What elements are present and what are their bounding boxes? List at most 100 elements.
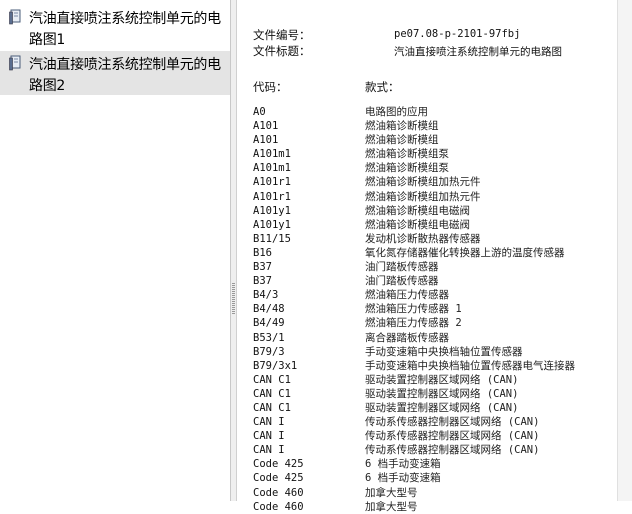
tree-item-label: 汽油直接喷注系统控制单元的电路图1 xyxy=(29,11,221,48)
row-code: CAN C1 xyxy=(253,373,291,386)
row-description: 油门踏板传感器 xyxy=(365,275,439,288)
table-row: CAN I 传动系传感器控制器区域网络 (CAN) xyxy=(253,415,615,429)
row-code: Code 425 xyxy=(253,458,304,471)
row-description: 燃油箱压力传感器 2 xyxy=(365,317,462,330)
row-description: 驱动装置控制器区域网络 (CAN) xyxy=(365,373,519,386)
row-description: 传动系传感器控制器区域网络 (CAN) xyxy=(365,430,540,443)
table-row: A101m1 燃油箱诊断模组泵 xyxy=(253,161,615,175)
row-code: A101r1 xyxy=(253,190,291,203)
code-table: A0 电路图的应用 A101 燃油箱诊断模组 A101 燃油箱诊断模组 A101m1 燃油箱诊… xyxy=(253,105,615,514)
row-code: B37 xyxy=(253,275,272,288)
row-description: 发动机诊断散热器传感器 xyxy=(365,232,481,245)
row-description: 燃油箱诊断模组 xyxy=(365,134,439,147)
file-number-label: 文件编号： xyxy=(253,28,311,42)
row-description: 6 档手动变速箱 xyxy=(365,472,441,485)
row-description: 传动系传感器控制器区域网络 (CAN) xyxy=(365,444,540,457)
row-code: A101y1 xyxy=(253,218,291,231)
table-row: B4/3 燃油箱压力传感器 xyxy=(253,288,615,302)
row-code: B16 xyxy=(253,246,272,259)
table-row: A101m1 燃油箱诊断模组泵 xyxy=(253,147,615,161)
row-description: 燃油箱诊断模组加热元件 xyxy=(365,190,481,203)
table-row: B37 油门踏板传感器 xyxy=(253,260,615,274)
table-row: B11/15 发动机诊断散热器传感器 xyxy=(253,232,615,246)
row-description: 传动系传感器控制器区域网络 (CAN) xyxy=(365,416,540,429)
row-code: B4/3 xyxy=(253,289,279,302)
row-description: 燃油箱诊断模组电磁阀 xyxy=(365,218,470,231)
table-row: CAN C1 驱动装置控制器区域网络 (CAN) xyxy=(253,387,615,401)
row-code: Code 425 xyxy=(253,472,304,485)
table-row: B16 氧化氮存储器催化转换器上游的温度传感器 xyxy=(253,246,615,260)
file-title-value: 汽油直接喷注系统控制单元的电路图 xyxy=(394,46,562,58)
row-code: B4/48 xyxy=(253,303,285,316)
row-description: 手动变速箱中央换档轴位置传感器 xyxy=(365,345,523,358)
row-code: CAN I xyxy=(253,430,285,443)
table-row: A101 燃油箱诊断模组 xyxy=(253,119,615,133)
row-description: 手动变速箱中央换档轴位置传感器电气连接器 xyxy=(365,359,575,372)
row-code: A101y1 xyxy=(253,204,291,217)
table-row: B4/49 燃油箱压力传感器 2 xyxy=(253,316,615,330)
vertical-scrollbar[interactable] xyxy=(617,0,632,501)
document-content: 文件编号： pe07.08-p-2101-97fbj 文件标题： 汽油直接喷注系… xyxy=(237,0,617,513)
row-code: B11/15 xyxy=(253,232,291,245)
code-column-header: 代码： xyxy=(253,80,288,94)
table-row: CAN C1 驱动装置控制器区域网络 (CAN) xyxy=(253,373,615,387)
table-row: B79/3 手动变速箱中央换档轴位置传感器 xyxy=(253,345,615,359)
row-description: 燃油箱诊断模组加热元件 xyxy=(365,176,481,189)
file-title-label: 文件标题： xyxy=(253,44,311,58)
row-code: A0 xyxy=(253,106,266,118)
row-description: 离合器踏板传感器 xyxy=(365,331,449,344)
row-description: 燃油箱压力传感器 1 xyxy=(365,303,462,316)
table-row: Code 425 6 档手动变速箱 xyxy=(253,457,615,471)
document-tree-sidebar: 汽油直接喷注系统控制单元的电路图1 汽油直接喷注系统控制单元的电路图2 xyxy=(0,0,231,501)
row-description: 燃油箱诊断模组泵 xyxy=(365,162,449,175)
table-row: A0 电路图的应用 xyxy=(253,105,615,119)
row-code: Code 460 xyxy=(253,486,304,499)
tree-item-circuit-diagram-1[interactable]: 汽油直接喷注系统控制单元的电路图1 xyxy=(0,5,230,49)
row-code: CAN C1 xyxy=(253,401,291,414)
row-description: 燃油箱诊断模组泵 xyxy=(365,148,449,161)
table-row: A101y1 燃油箱诊断模组电磁阀 xyxy=(253,218,615,232)
row-description: 电路图的应用 xyxy=(365,106,428,118)
row-code: CAN C1 xyxy=(253,387,291,400)
row-code: A101m1 xyxy=(253,148,291,161)
row-code: A101r1 xyxy=(253,176,291,189)
tree-item-label: 汽油直接喷注系统控制单元的电路图2 xyxy=(29,57,221,94)
row-description: 加拿大型号 xyxy=(365,500,418,513)
document-icon xyxy=(9,55,23,71)
row-code: B37 xyxy=(253,261,272,274)
table-row: A101y1 燃油箱诊断模组电磁阀 xyxy=(253,204,615,218)
row-code: B79/3x1 xyxy=(253,359,298,372)
row-description: 燃油箱诊断模组电磁阀 xyxy=(365,204,470,217)
table-row: Code 460 加拿大型号 xyxy=(253,486,615,500)
file-number-value: pe07.08-p-2101-97fbj xyxy=(394,28,521,40)
table-row: B4/48 燃油箱压力传感器 1 xyxy=(253,302,615,316)
table-row: B53/1 离合器踏板传感器 xyxy=(253,331,615,345)
row-description: 6 档手动变速箱 xyxy=(365,458,441,471)
row-description: 油门踏板传感器 xyxy=(365,261,439,274)
row-code: B4/49 xyxy=(253,317,285,330)
row-description: 燃油箱诊断模组 xyxy=(365,120,439,133)
row-code: Code 460 xyxy=(253,500,304,513)
document-icon xyxy=(9,9,23,25)
row-code: B53/1 xyxy=(253,331,285,344)
tree-item-circuit-diagram-2[interactable]: 汽油直接喷注系统控制单元的电路图2 xyxy=(0,51,230,95)
row-code: A101m1 xyxy=(253,162,291,175)
table-row: CAN C1 驱动装置控制器区域网络 (CAN) xyxy=(253,401,615,415)
table-row: A101r1 燃油箱诊断模组加热元件 xyxy=(253,175,615,189)
table-row: B37 油门踏板传感器 xyxy=(253,274,615,288)
row-code: CAN I xyxy=(253,416,285,429)
row-description: 燃油箱压力传感器 xyxy=(365,289,449,302)
table-row: A101r1 燃油箱诊断模组加热元件 xyxy=(253,190,615,204)
table-row: Code 425 6 档手动变速箱 xyxy=(253,471,615,485)
model-column-header: 款式： xyxy=(365,80,400,94)
row-code: A101 xyxy=(253,134,279,147)
table-row: Code 460 加拿大型号 xyxy=(253,500,615,514)
table-row: B79/3x1 手动变速箱中央换档轴位置传感器电气连接器 xyxy=(253,359,615,373)
row-description: 加拿大型号 xyxy=(365,486,418,499)
row-description: 氧化氮存储器催化转换器上游的温度传感器 xyxy=(365,246,565,259)
table-row: CAN I 传动系传感器控制器区域网络 (CAN) xyxy=(253,429,615,443)
row-description: 驱动装置控制器区域网络 (CAN) xyxy=(365,401,519,414)
splitter-grip-icon[interactable] xyxy=(232,283,235,315)
table-row: A101 燃油箱诊断模组 xyxy=(253,133,615,147)
row-code: A101 xyxy=(253,120,279,133)
